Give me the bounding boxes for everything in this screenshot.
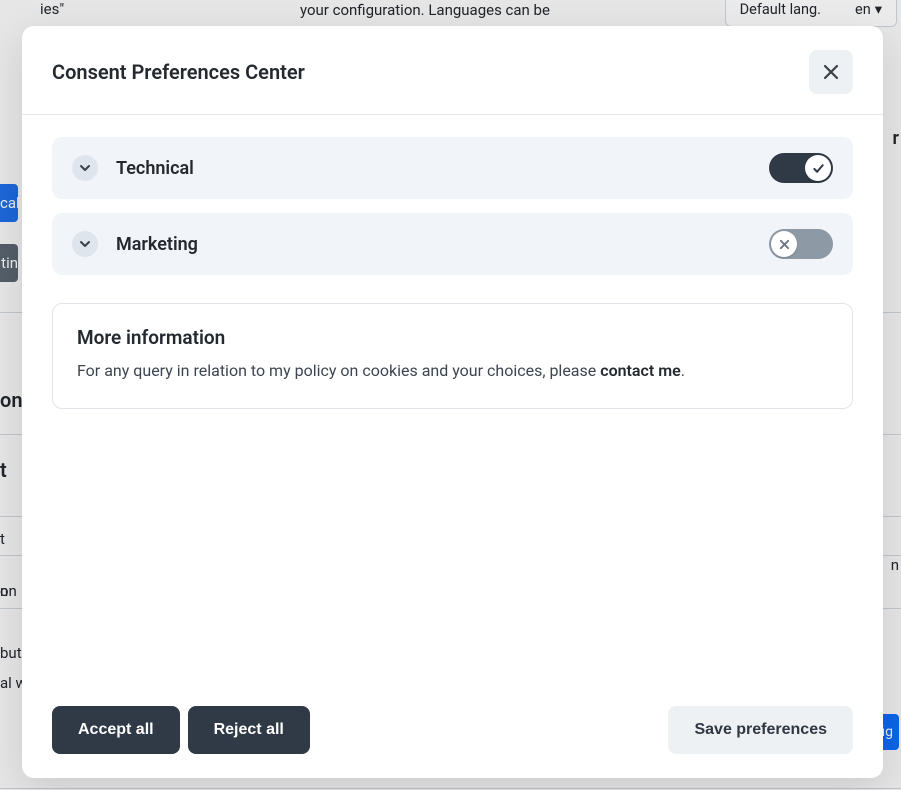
accept-all-button[interactable]: Accept all [52, 706, 180, 754]
category-left: Marketing [72, 231, 198, 257]
footer-left: Accept all Reject all [52, 706, 310, 754]
expand-marketing-button[interactable] [72, 231, 98, 257]
marketing-toggle[interactable] [769, 229, 833, 259]
technical-toggle[interactable] [769, 153, 833, 183]
modal-body: Technical Marketing More inf [22, 115, 883, 684]
info-text: For any query in relation to my policy o… [77, 359, 828, 384]
close-icon [822, 63, 840, 81]
info-title: More information [77, 326, 828, 349]
category-label: Technical [116, 158, 194, 179]
category-technical: Technical [52, 137, 853, 199]
chevron-down-icon [79, 162, 91, 174]
toggle-knob [771, 231, 797, 257]
info-text-after: . [681, 361, 685, 380]
category-label: Marketing [116, 234, 198, 255]
x-icon [779, 239, 790, 250]
modal-title: Consent Preferences Center [52, 60, 305, 84]
check-icon [812, 162, 825, 175]
chevron-down-icon [79, 238, 91, 250]
expand-technical-button[interactable] [72, 155, 98, 181]
info-text-before: For any query in relation to my policy o… [77, 361, 600, 380]
save-preferences-button[interactable]: Save preferences [668, 706, 853, 754]
contact-me-link[interactable]: contact me [600, 361, 681, 380]
modal-header: Consent Preferences Center [22, 26, 883, 115]
consent-preferences-modal: Consent Preferences Center Technical [22, 26, 883, 778]
close-button[interactable] [809, 50, 853, 94]
category-marketing: Marketing [52, 213, 853, 275]
reject-all-button[interactable]: Reject all [188, 706, 310, 754]
toggle-knob [805, 155, 831, 181]
modal-footer: Accept all Reject all Save preferences [22, 684, 883, 778]
category-left: Technical [72, 155, 194, 181]
more-information-box: More information For any query in relati… [52, 303, 853, 409]
